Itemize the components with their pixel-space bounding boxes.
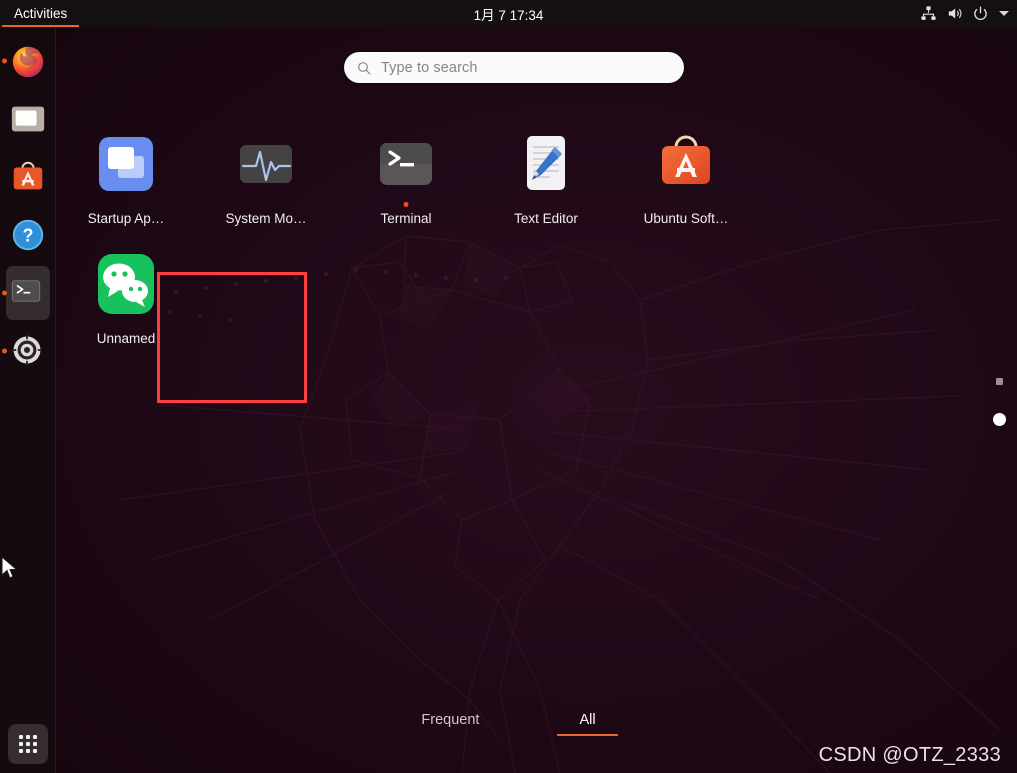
top-bar: Activities 1月 7 17:34 (0, 0, 1017, 27)
dock: ? (0, 27, 56, 773)
app-label: Startup Ap… (87, 211, 165, 226)
power-icon[interactable] (972, 5, 989, 22)
tab-label: Frequent (421, 712, 480, 728)
app-grid: Startup Ap… System Mo… Terminal Text Edi… (56, 110, 1017, 346)
dock-item-settings[interactable] (0, 327, 56, 375)
running-indicator-dot (1, 290, 7, 296)
app-label: Ubuntu Soft… (643, 211, 729, 226)
app-startup-applications[interactable]: Startup Ap… (56, 110, 196, 226)
terminal-icon (370, 128, 442, 207)
dock-item-help[interactable]: ? (0, 211, 56, 259)
clock-menu[interactable]: 1月 7 17:34 (0, 4, 1017, 24)
app-ubuntu-software[interactable]: Ubuntu Soft… (616, 110, 756, 226)
volume-icon[interactable] (946, 5, 963, 22)
activities-button[interactable]: Activities (2, 0, 80, 27)
desktop-overview: Activities 1月 7 17:34 ? Type to search S… (0, 0, 1017, 773)
search-placeholder: Type to search (381, 59, 478, 76)
tab-label: All (579, 712, 596, 728)
wechat-icon (90, 248, 162, 320)
dock-item-ubuntu-software[interactable] (0, 153, 56, 201)
app-label: Terminal (380, 211, 432, 226)
app-system-monitor[interactable]: System Mo… (196, 110, 336, 226)
ubuntu-software-icon (9, 158, 47, 196)
running-indicator-dot (1, 348, 7, 354)
search-icon (358, 61, 371, 75)
dock-item-files[interactable] (0, 95, 56, 143)
text-editor-icon (510, 128, 582, 200)
system-tray (920, 5, 1009, 22)
page-dot-2[interactable] (993, 413, 1006, 426)
app-label: Unnamed (96, 331, 156, 346)
app-label: System Mo… (225, 211, 307, 226)
running-indicator-dot (1, 58, 7, 64)
app-view-tabs: Frequent All (0, 708, 1017, 736)
app-grid-row: Unnamed (56, 226, 1017, 346)
dock-item-firefox[interactable] (0, 37, 56, 85)
app-wechat-unnamed[interactable]: Unnamed (56, 226, 196, 346)
svg-text:?: ? (22, 226, 33, 246)
terminal-icon (9, 274, 47, 312)
show-applications-button[interactable] (8, 724, 48, 764)
chevron-down-icon[interactable] (999, 11, 1009, 16)
system-monitor-icon (230, 128, 302, 200)
files-icon (9, 100, 47, 138)
network-wired-icon[interactable] (920, 5, 937, 22)
ubuntu-software-icon (650, 128, 722, 200)
app-terminal[interactable]: Terminal (336, 110, 476, 226)
clock-label: 1月 7 17:34 (473, 7, 544, 23)
grid-icon (19, 735, 37, 753)
settings-gear-icon (9, 332, 47, 370)
page-dot-1[interactable] (996, 378, 1003, 385)
startup-applications-icon (90, 128, 162, 200)
page-indicator (993, 378, 1006, 426)
tab-all[interactable]: All (557, 708, 618, 736)
firefox-icon (9, 42, 47, 80)
app-text-editor[interactable]: Text Editor (476, 110, 616, 226)
app-label: Text Editor (514, 211, 578, 226)
tab-frequent[interactable]: Frequent (399, 708, 501, 736)
help-icon: ? (9, 216, 47, 254)
search-entry[interactable]: Type to search (344, 52, 684, 83)
dock-item-terminal[interactable] (0, 266, 56, 320)
activities-label: Activities (14, 6, 68, 21)
app-grid-row: Startup Ap… System Mo… Terminal Text Edi… (56, 110, 1017, 226)
running-indicator-dot (403, 202, 409, 207)
